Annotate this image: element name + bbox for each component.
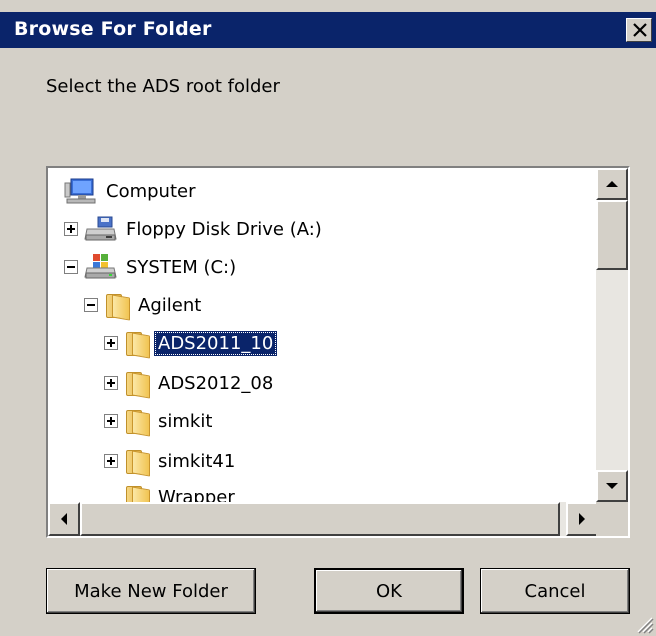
folder-icon <box>124 330 150 359</box>
hard-drive-icon <box>84 254 117 279</box>
tree-node-floppy-drive[interactable]: Floppy Disk Drive (A:) <box>64 214 326 244</box>
tree-node-ads2011-10[interactable]: ADS2011_10 <box>104 328 278 359</box>
arrow-up-icon <box>606 181 618 187</box>
tree-node-label: simkit <box>158 410 213 432</box>
computer-icon <box>64 178 96 204</box>
tree-node-label: SYSTEM (C:) <box>126 256 237 278</box>
vertical-scroll-thumb[interactable] <box>596 200 628 270</box>
tree-node-label: simkit41 <box>158 450 236 472</box>
folder-icon <box>104 292 130 321</box>
tree-node-computer[interactable]: Computer <box>64 176 199 206</box>
scroll-right-button[interactable] <box>566 502 598 536</box>
tree-node-label: Agilent <box>138 294 202 316</box>
close-button[interactable] <box>626 18 652 42</box>
tree-node-label: Wrapper <box>158 486 235 503</box>
tree-node-wrapper[interactable]: Wrapper <box>124 482 239 502</box>
dialog-title: Browse For Folder <box>14 18 212 40</box>
floppy-drive-icon <box>84 216 117 241</box>
expand-icon[interactable] <box>104 376 118 390</box>
close-icon <box>633 23 647 37</box>
folder-tree-view[interactable]: Computer Floppy Disk Drive (A:) SYSTEM (… <box>46 166 630 538</box>
arrow-right-icon <box>579 513 585 525</box>
scroll-down-button[interactable] <box>596 470 628 502</box>
tree-node-simkit41[interactable]: simkit41 <box>104 446 239 477</box>
resize-grip-icon[interactable] <box>632 612 654 634</box>
tree-node-label-selected: ADS2011_10 <box>154 330 278 356</box>
tree-content: Computer Floppy Disk Drive (A:) SYSTEM (… <box>48 168 598 502</box>
tree-node-label: ADS2012_08 <box>158 372 274 394</box>
ok-button[interactable]: OK <box>314 568 464 614</box>
tree-node-agilent[interactable]: Agilent <box>84 290 205 321</box>
scroll-up-button[interactable] <box>596 168 628 200</box>
dialog-prompt: Select the ADS root folder <box>46 76 280 97</box>
arrow-down-icon <box>606 483 618 489</box>
vertical-scrollbar[interactable] <box>596 168 628 502</box>
tree-node-simkit[interactable]: simkit <box>104 406 216 437</box>
title-bar[interactable]: Browse For Folder <box>0 12 656 48</box>
scrollbar-corner <box>596 502 628 536</box>
expand-icon[interactable] <box>104 414 118 428</box>
folder-icon <box>124 408 150 437</box>
expand-icon[interactable] <box>104 454 118 468</box>
tree-node-ads2012-08[interactable]: ADS2012_08 <box>104 368 277 399</box>
collapse-icon[interactable] <box>84 298 98 312</box>
folder-icon <box>124 484 150 502</box>
tree-node-system-drive[interactable]: SYSTEM (C:) <box>64 252 240 282</box>
collapse-icon[interactable] <box>64 260 78 274</box>
horizontal-scroll-thumb[interactable] <box>80 502 560 536</box>
expand-icon[interactable] <box>64 222 78 236</box>
browse-for-folder-dialog: Browse For Folder Select the ADS root fo… <box>0 0 656 636</box>
arrow-left-icon <box>61 513 67 525</box>
cancel-button[interactable]: Cancel <box>480 568 630 614</box>
horizontal-scrollbar[interactable] <box>48 502 598 536</box>
scroll-left-button[interactable] <box>48 502 80 536</box>
tree-node-label: Computer <box>106 180 196 202</box>
make-new-folder-button[interactable]: Make New Folder <box>46 568 256 614</box>
tree-node-label: Floppy Disk Drive (A:) <box>126 218 322 240</box>
folder-icon <box>124 370 150 399</box>
expand-icon[interactable] <box>104 336 118 350</box>
folder-icon <box>124 448 150 477</box>
